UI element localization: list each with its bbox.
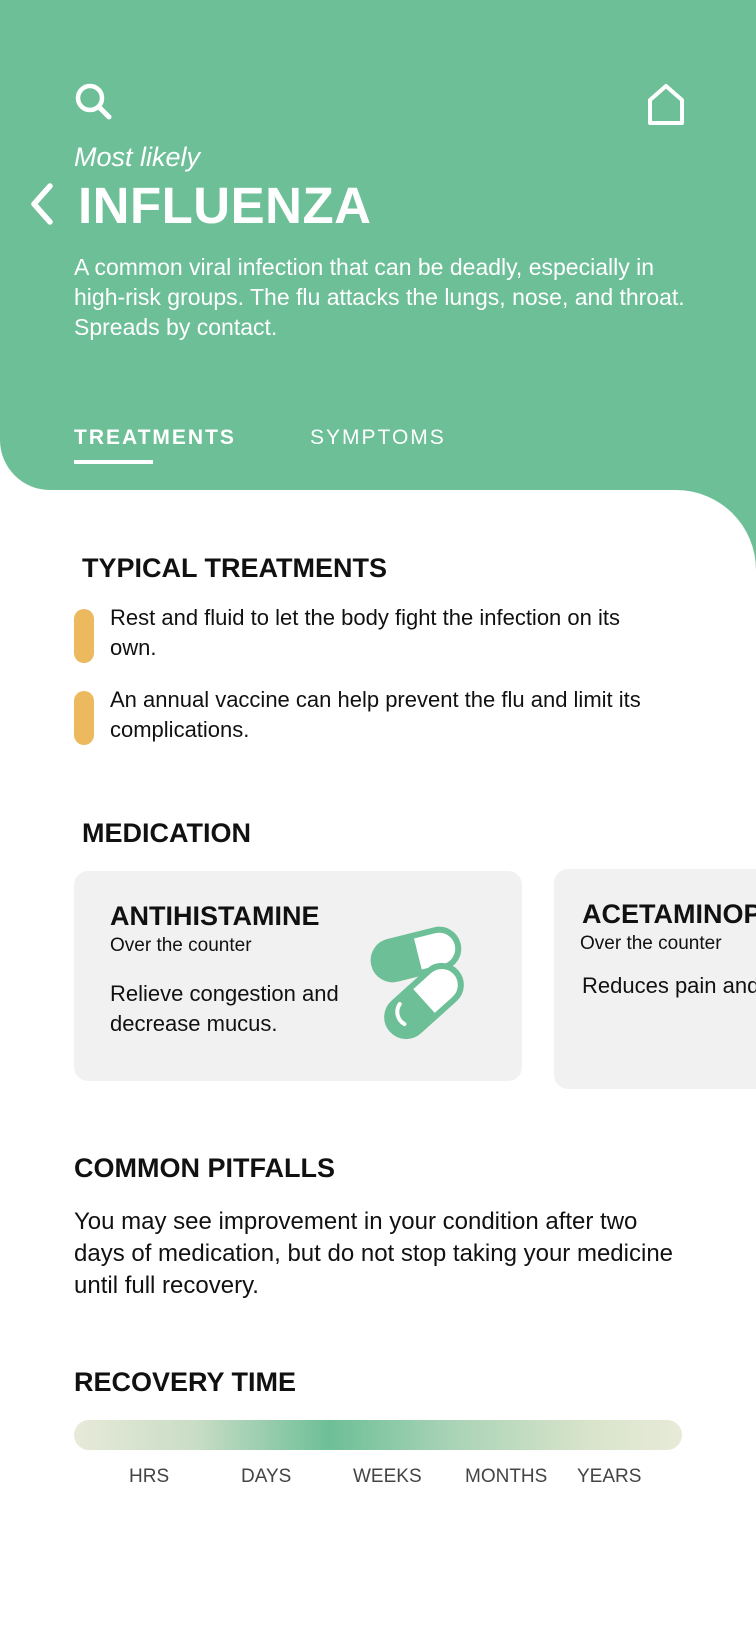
search-button[interactable] [74, 82, 114, 122]
medication-title: MEDICATION [82, 818, 251, 848]
recovery-label-years: YEARS [577, 1466, 642, 1487]
diagnosis-description: A common viral infection that can be dea… [74, 254, 685, 340]
recovery-label-weeks: WEEKS [353, 1466, 422, 1487]
header [0, 0, 756, 490]
recovery-label-hrs: HRS [129, 1466, 170, 1487]
treatment-bullet [74, 691, 94, 745]
treatment-bullet [74, 609, 94, 663]
medication-name: ACETAMINOPHEN [582, 899, 756, 929]
treatment-text: Rest and fluid to let the body fight the… [110, 605, 620, 660]
back-button[interactable] [26, 181, 60, 227]
common-pitfalls-title: COMMON PITFALLS [74, 1153, 335, 1183]
search-icon [75, 83, 112, 120]
treatment-item: An annual vaccine can help prevent the f… [74, 685, 674, 749]
active-tab-indicator [74, 460, 153, 464]
recovery-label-days: DAYS [241, 1466, 292, 1487]
treatment-text: An annual vaccine can help prevent the f… [110, 687, 641, 742]
medication-name: ANTIHISTAMINE [110, 901, 320, 931]
medication-type: Over the counter [110, 935, 252, 956]
home-icon [648, 84, 684, 125]
diagnosis-title: INFLUENZA [78, 177, 372, 234]
typical-treatments-title: TYPICAL TREATMENTS [82, 553, 388, 583]
medication-description: Relieve congestion and decrease mucus. [110, 981, 339, 1036]
medication-description: Reduces pain and fever. [582, 973, 756, 998]
medication-card-antihistamine[interactable]: ANTIHISTAMINE Over the counter Relieve c… [74, 871, 522, 1081]
medication-card-acetaminophen[interactable]: ACETAMINOPHEN Over the counter Reduces p… [554, 869, 756, 1089]
recovery-time-title: RECOVERY TIME [74, 1367, 297, 1397]
treatment-item: Rest and fluid to let the body fight the… [74, 603, 674, 667]
common-pitfalls-text: You may see improvement in your conditio… [74, 1208, 674, 1299]
home-button[interactable] [646, 82, 686, 126]
recovery-label-months: MONTHS [465, 1466, 548, 1487]
tab-treatments[interactable]: TREATMENTS [74, 426, 236, 450]
pills-icon [366, 925, 478, 1045]
diagnosis-subtitle: Most likely [74, 142, 201, 172]
chevron-left-icon [31, 183, 53, 225]
tab-symptoms[interactable]: SYMPTOMS [310, 426, 446, 450]
recovery-time-bar [74, 1420, 682, 1450]
medication-type: Over the counter [580, 933, 722, 954]
